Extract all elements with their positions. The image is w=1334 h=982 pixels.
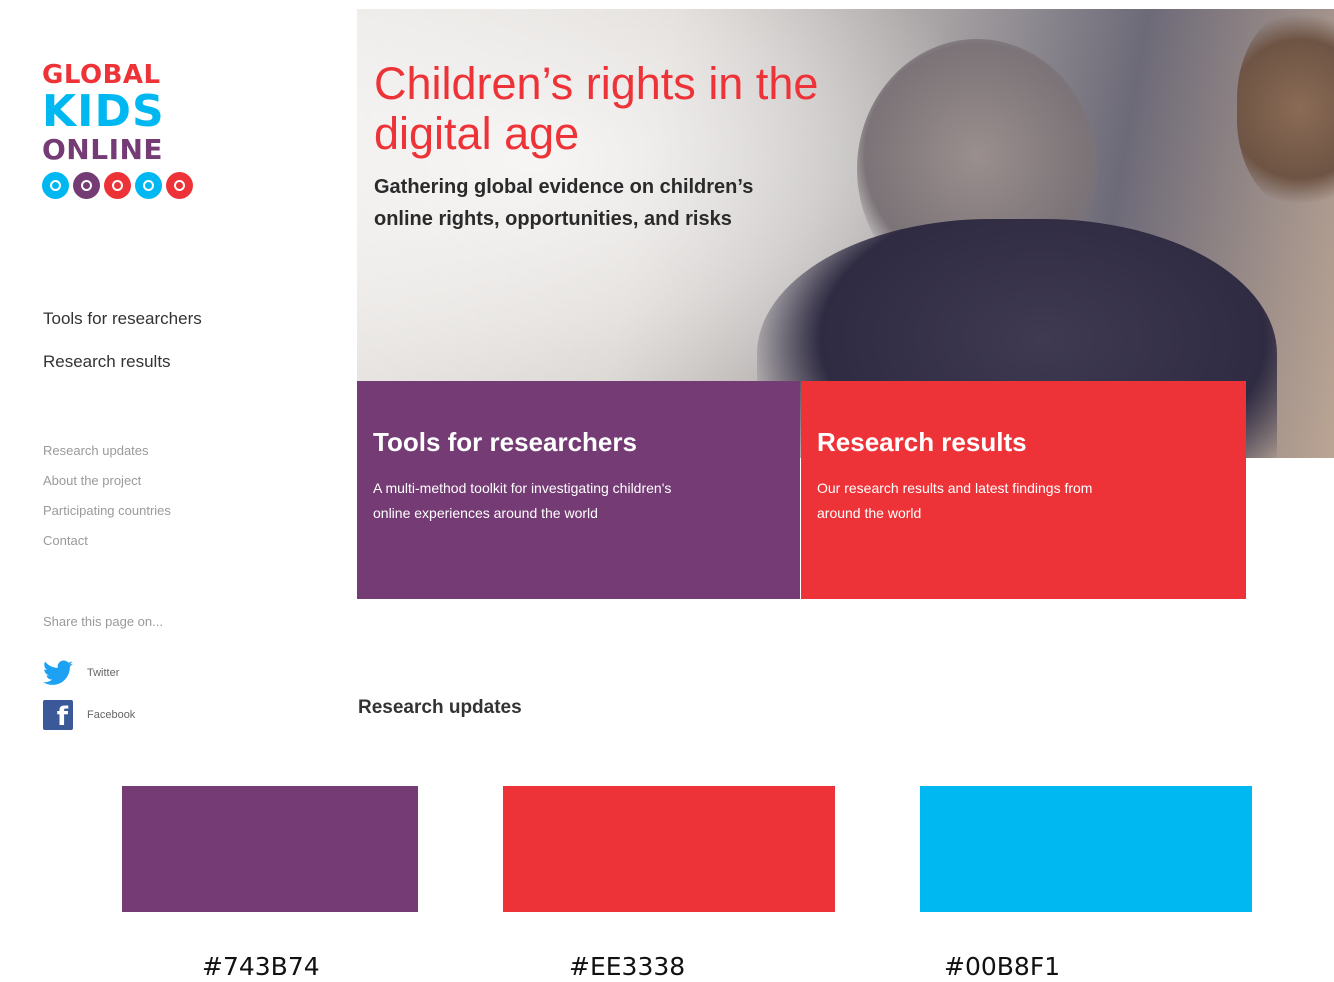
share-twitter-link[interactable]: Twitter xyxy=(43,660,119,686)
primary-nav: Tools for researchers Research results xyxy=(43,309,202,395)
nav-contact[interactable]: Contact xyxy=(43,533,171,548)
logo-dot-icon xyxy=(135,172,162,199)
logo-line-kids: KIDS xyxy=(42,86,165,137)
card-title: Research results xyxy=(817,427,1027,457)
nav-participating-countries[interactable]: Participating countries xyxy=(43,503,171,518)
logo-line-global: GLOBAL xyxy=(42,60,161,90)
nav-research-results[interactable]: Research results xyxy=(43,352,202,372)
swatch-label-blue: #00B8F1 xyxy=(944,952,1061,981)
logo-line-online: ONLINE xyxy=(42,133,164,166)
logo-dots xyxy=(42,172,212,199)
color-swatch-purple xyxy=(122,786,418,912)
twitter-icon xyxy=(43,660,73,685)
card-research-results[interactable]: Research results Our research results an… xyxy=(801,381,1246,599)
nav-research-updates[interactable]: Research updates xyxy=(43,443,171,458)
color-swatch-red xyxy=(503,786,835,912)
hero-title: Children’s rights in the digital age xyxy=(374,58,819,159)
secondary-nav: Research updates About the project Parti… xyxy=(43,443,171,563)
logo-dot-icon xyxy=(73,172,100,199)
facebook-icon: f xyxy=(43,700,73,730)
hero-image-child-face xyxy=(1237,9,1334,209)
share-facebook-label: Facebook xyxy=(87,709,136,721)
swatch-label-purple: #743B74 xyxy=(202,952,320,981)
hero-subtitle: Gathering global evidence on children’s … xyxy=(374,176,754,230)
card-tools-for-researchers[interactable]: Tools for researchers A multi-method too… xyxy=(357,381,800,599)
logo-dot-icon xyxy=(104,172,131,199)
site-logo[interactable]: GLOBAL KIDS ONLINE xyxy=(42,62,212,199)
research-updates-heading: Research updates xyxy=(358,697,522,718)
share-twitter-label: Twitter xyxy=(87,667,120,679)
card-title: Tools for researchers xyxy=(373,427,637,457)
card-description: A multi-method toolkit for investigating… xyxy=(373,480,672,521)
card-description: Our research results and latest findings… xyxy=(817,480,1093,521)
swatch-label-red: #EE3338 xyxy=(569,952,686,981)
nav-about-the-project[interactable]: About the project xyxy=(43,473,171,488)
logo-dot-icon xyxy=(166,172,193,199)
nav-tools-for-researchers[interactable]: Tools for researchers xyxy=(43,309,202,329)
share-label: Share this page on... xyxy=(43,614,163,629)
color-swatch-blue xyxy=(920,786,1252,912)
logo-dot-icon xyxy=(42,172,69,199)
share-facebook-link[interactable]: f Facebook xyxy=(43,700,135,730)
